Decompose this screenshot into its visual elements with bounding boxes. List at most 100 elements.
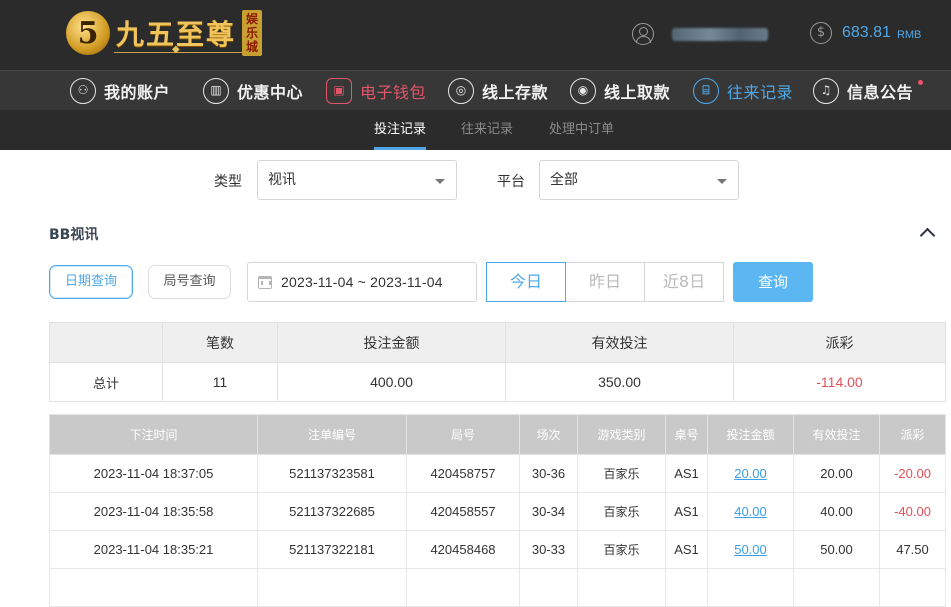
- logo-emblem: 5: [66, 11, 110, 55]
- tab-pending-orders[interactable]: 处理中订单: [549, 110, 614, 150]
- date-range-picker[interactable]: 2023-11-04 ~ 2023-11-04: [247, 262, 477, 302]
- session: 30-36: [519, 454, 578, 493]
- bet-time: 2023-11-04 18:35:21: [49, 530, 258, 569]
- type-label: 类型: [214, 174, 242, 190]
- deposit-icon: ◎: [448, 78, 474, 104]
- valid-bet: 50.00: [793, 530, 880, 569]
- summary-header: [49, 322, 163, 363]
- summary-header: 有效投注: [505, 322, 734, 363]
- chevron-down-icon: [717, 179, 727, 184]
- game-type: 百家乐: [577, 454, 666, 493]
- user-account[interactable]: [632, 22, 768, 46]
- tab-transaction-records[interactable]: 往来记录: [461, 110, 513, 150]
- record-icon: ⌸: [693, 78, 719, 104]
- column-header: 局号: [406, 414, 520, 455]
- withdraw-icon: ◉: [570, 78, 596, 104]
- logo-seal: 娱乐城: [242, 10, 263, 56]
- bet-amount-cell: 50.00: [707, 530, 794, 569]
- bell-icon: ♫: [813, 78, 839, 104]
- logo-ornament: [114, 44, 242, 58]
- last-8-days-button[interactable]: 近8日: [644, 262, 724, 302]
- order-number: 521137323581: [257, 454, 407, 493]
- bet-amount-cell: 40.00: [707, 492, 794, 531]
- wallet-icon: ▣: [326, 78, 352, 104]
- table-number: AS1: [665, 454, 708, 493]
- top-header: 5 九五至尊 娱乐城 $ 683.81 RMB: [0, 0, 951, 70]
- column-header: 有效投注: [793, 414, 880, 455]
- nav-label: 线上取款: [604, 83, 671, 102]
- balance-amount: 683.81: [842, 24, 891, 41]
- section-title: BB视讯: [49, 227, 99, 243]
- notification-dot: [918, 80, 924, 85]
- bet-amount-link[interactable]: 50.00: [734, 542, 767, 557]
- column-header: 注单编号: [257, 414, 407, 455]
- nav-label: 我的账户: [104, 83, 171, 102]
- bet-detail-table: 下注时间 注单编号 局号 场次 游戏类别 桌号 投注金额 有效投注 派彩 202…: [49, 414, 946, 607]
- bet-amount-cell: 20.00: [707, 454, 794, 493]
- detail-header-row: 下注时间 注单编号 局号 场次 游戏类别 桌号 投注金额 有效投注 派彩: [49, 414, 946, 455]
- nav-my-account[interactable]: ⚇ 我的账户: [70, 71, 170, 111]
- round-number: 420458468: [406, 530, 520, 569]
- summary-header: 笔数: [162, 322, 278, 363]
- summary-table: 笔数 投注金额 有效投注 派彩 总计 11 400.00 350.00 -114…: [49, 322, 946, 402]
- summary-header: 投注金额: [277, 322, 506, 363]
- yesterday-button[interactable]: 昨日: [565, 262, 645, 302]
- masked-username: [672, 27, 768, 41]
- nav-label: 线上存款: [482, 83, 549, 102]
- table-number: AS1: [665, 492, 708, 531]
- gift-icon: ▥: [203, 78, 229, 104]
- nav-online-deposit[interactable]: ◎ 线上存款: [448, 71, 548, 111]
- tab-bet-records[interactable]: 投注记录: [374, 110, 427, 150]
- today-button[interactable]: 今日: [486, 262, 566, 302]
- bet-time: 2023-11-04 18:35:58: [49, 492, 258, 531]
- column-header: 桌号: [665, 414, 708, 455]
- user-icon: ⚇: [70, 78, 96, 104]
- session: 30-34: [519, 492, 578, 531]
- column-header: 游戏类别: [577, 414, 666, 455]
- valid-bet: 40.00: [793, 492, 880, 531]
- round-query-button[interactable]: 局号查询: [148, 265, 231, 299]
- nav-online-withdraw[interactable]: ◉ 线上取款: [570, 71, 670, 111]
- date-query-button[interactable]: 日期查询: [49, 265, 133, 299]
- platform-label: 平台: [497, 174, 525, 190]
- bet-amount-link[interactable]: 40.00: [734, 504, 767, 519]
- payout: 47.50: [879, 530, 946, 569]
- nav-announcements[interactable]: ♫ 信息公告: [813, 71, 924, 111]
- balance-currency: RMB: [896, 28, 922, 41]
- nav-transaction-records[interactable]: ⌸ 往来记录: [693, 71, 793, 111]
- total-valid-bet: 350.00: [505, 362, 734, 402]
- payout: -20.00: [879, 454, 946, 493]
- column-header: 下注时间: [49, 414, 258, 455]
- total-label: 总计: [49, 362, 163, 402]
- total-count: 11: [162, 362, 278, 402]
- column-header: 派彩: [879, 414, 946, 455]
- site-logo[interactable]: 5 九五至尊 娱乐城: [66, 6, 263, 60]
- type-select[interactable]: 视讯: [257, 160, 457, 200]
- table-row: 2023-11-04 18:37:05 521137323581 4204587…: [49, 454, 946, 493]
- summary-header-row: 笔数 投注金额 有效投注 派彩: [49, 322, 946, 363]
- platform-select[interactable]: 全部: [539, 160, 739, 200]
- table-row-partial: [49, 568, 946, 607]
- dollar-coin-icon: $: [810, 22, 832, 44]
- user-icon: [632, 23, 654, 45]
- table-number: AS1: [665, 530, 708, 569]
- valid-bet: 20.00: [793, 454, 880, 493]
- total-payout: -114.00: [733, 362, 946, 402]
- nav-promotions[interactable]: ▥ 优惠中心: [203, 71, 303, 111]
- nav-label: 电子钱包: [360, 83, 427, 102]
- summary-total-row: 总计 11 400.00 350.00 -114.00: [49, 362, 946, 402]
- platform-select-value: 全部: [550, 172, 578, 188]
- sub-tabs: 投注记录 往来记录 处理中订单: [0, 110, 951, 150]
- session: 30-33: [519, 530, 578, 569]
- payout: -40.00: [879, 492, 946, 531]
- type-select-value: 视讯: [268, 172, 296, 188]
- round-number: 420458557: [406, 492, 520, 531]
- bet-amount-link[interactable]: 20.00: [734, 466, 767, 481]
- nav-e-wallet[interactable]: ▣ 电子钱包: [326, 71, 426, 111]
- nav-label: 信息公告: [847, 83, 914, 102]
- chevron-up-icon[interactable]: [920, 226, 934, 240]
- game-type: 百家乐: [577, 492, 666, 531]
- balance-display: $ 683.81 RMB: [810, 22, 921, 44]
- query-button[interactable]: 查询: [733, 262, 813, 302]
- summary-header: 派彩: [733, 322, 946, 363]
